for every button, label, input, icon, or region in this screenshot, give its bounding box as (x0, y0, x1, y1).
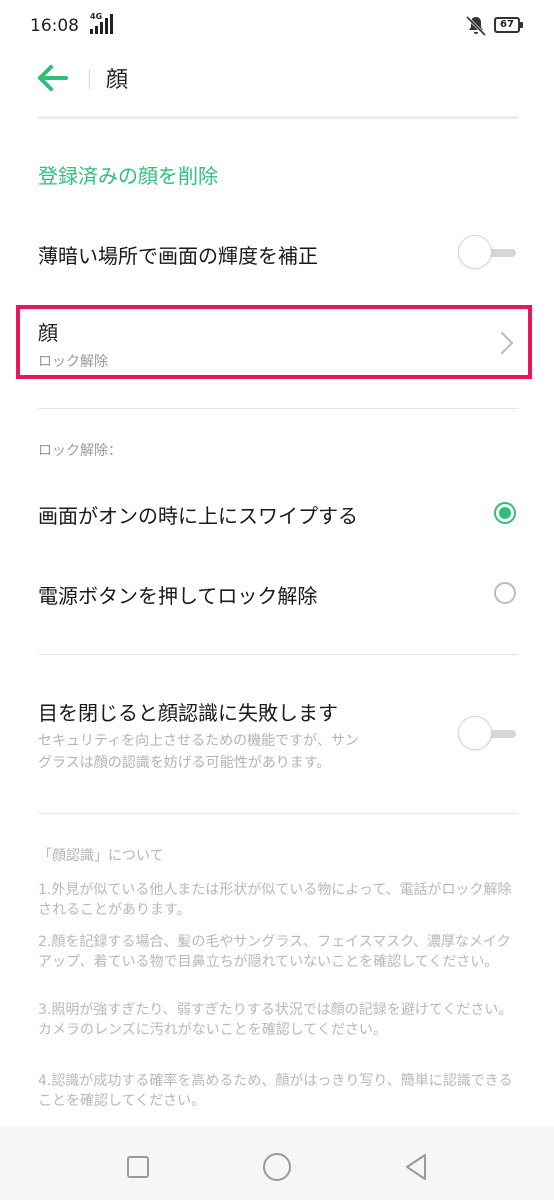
signal-icon: 4G (88, 12, 116, 36)
divider (38, 408, 518, 409)
about-note-2: 2.顔を記録する場合、髪の毛やサングラス、フェイスマスク、濃厚なメイクアップ、着… (38, 934, 511, 970)
unlock-section-label: ロック解除： (38, 443, 122, 459)
eyes-closed-label: 目を閉じると顔認識に失敗します (38, 701, 338, 725)
low-light-toggle[interactable] (458, 235, 518, 271)
app-bar-divider (89, 69, 90, 89)
unlock-option-power-radio[interactable] (494, 582, 516, 604)
chevron-right-icon (500, 331, 514, 355)
about-note-3: 3.照明が強すぎたり、弱すぎたりする状況では顔の記録を避けてください。カメラのレ… (38, 1002, 513, 1038)
battery-icon: 67 (494, 17, 523, 33)
delete-face-link[interactable]: 登録済みの顔を削除 (38, 160, 218, 189)
low-light-label: 薄暗い場所で画面の輝度を補正 (38, 244, 318, 268)
app-bar: 顔 (0, 52, 554, 112)
about-note-1: 1.外見が似ている他人または形状が似ている物によって、電話がロック解除されること… (38, 882, 512, 918)
eyes-closed-desc-1: セキュリティを向上させるための機能ですが、サン (38, 733, 359, 749)
status-time: 16:08 (30, 16, 79, 36)
eyes-closed-toggle[interactable] (458, 716, 518, 752)
bell-muted-icon (465, 15, 487, 37)
face-item[interactable]: 顔 ロック解除 (16, 305, 532, 379)
battery-level: 67 (500, 19, 514, 30)
unlock-option-power-label[interactable]: 電源ボタンを押してロック解除 (38, 580, 317, 609)
divider (38, 813, 518, 814)
about-title: 「顔認識」について (38, 848, 164, 864)
network-type: 4G (90, 12, 103, 21)
status-bar: 16:08 4G 67 (0, 0, 554, 52)
triangle-back-icon[interactable] (396, 1147, 436, 1187)
square-icon[interactable] (118, 1147, 158, 1187)
header-divider (38, 116, 518, 119)
back-arrow-icon[interactable] (36, 62, 72, 94)
circle-icon[interactable] (257, 1147, 297, 1187)
eyes-closed-desc-2: グラスは顔の認識を妨げる可能性があります。 (38, 755, 331, 771)
navigation-bar (0, 1127, 554, 1200)
unlock-option-swipe-label[interactable]: 画面がオンの時に上にスワイプする (38, 500, 358, 529)
about-note-4: 4.認識が成功する確率を高めるため、顔がはっきり写り、簡単に認識できることを確認… (38, 1073, 513, 1109)
face-item-subtitle: ロック解除 (38, 354, 108, 370)
divider (38, 654, 518, 655)
page-title: 顔 (106, 68, 129, 93)
face-item-title: 顔 (38, 321, 58, 345)
unlock-option-swipe-radio[interactable] (494, 502, 516, 524)
